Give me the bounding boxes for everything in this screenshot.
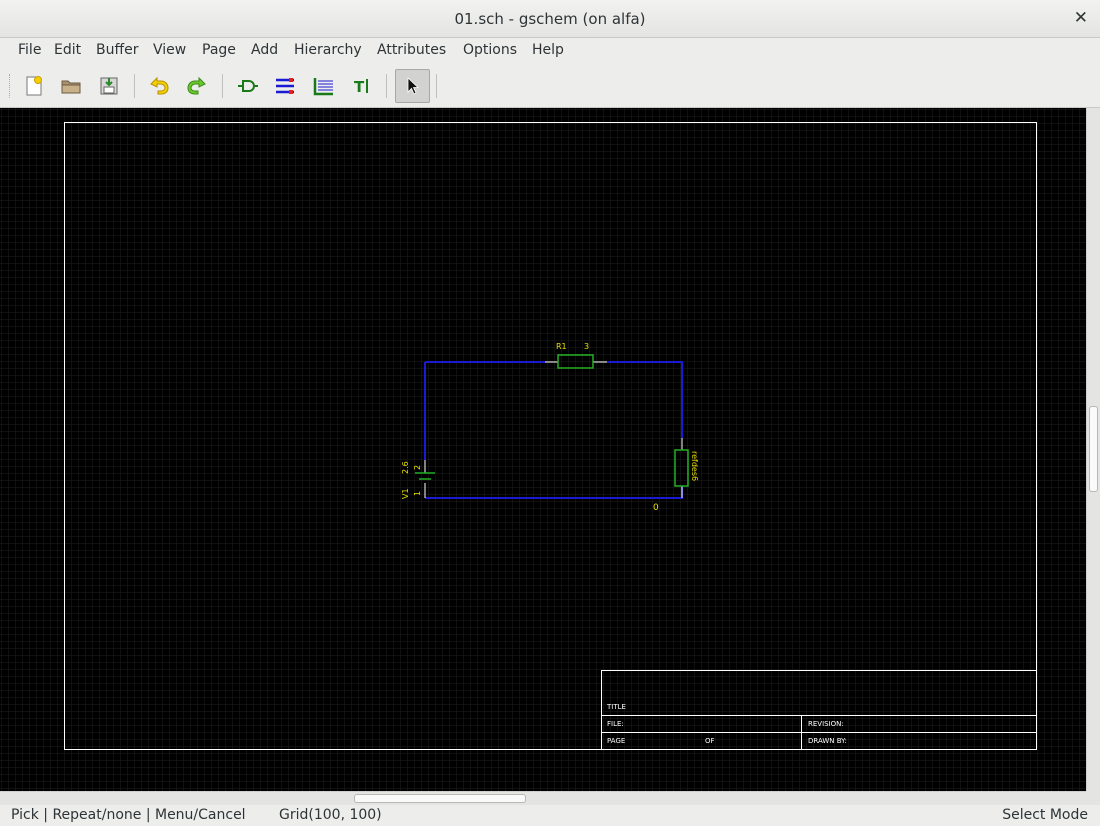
menu-hierarchy[interactable]: Hierarchy: [294, 42, 362, 58]
title-block-revision: REVISION:: [808, 720, 844, 728]
source-value: 2.6: [401, 461, 410, 474]
menu-bar: File Edit Buffer View Page Add Hierarchy…: [0, 38, 1100, 64]
source-pin-bottom: 1: [413, 491, 422, 496]
menu-page[interactable]: Page: [202, 42, 236, 58]
save-icon: [100, 77, 118, 95]
select-button[interactable]: [395, 69, 430, 103]
title-block-file: FILE:: [607, 720, 624, 728]
add-text-icon: T: [354, 78, 368, 96]
new-file-icon: [26, 76, 42, 96]
title-block-drawn-by: DRAWN BY:: [808, 737, 847, 745]
grid: [0, 108, 1086, 791]
source-label: V1: [401, 488, 410, 499]
select-pointer-icon: [407, 77, 419, 95]
title-block-of: OF: [705, 737, 715, 745]
window-title: 01.sch - gschem (on alfa): [454, 10, 646, 28]
title-block-page: PAGE: [607, 737, 625, 745]
menu-view[interactable]: View: [153, 42, 186, 58]
horizontal-scroll-thumb[interactable]: [354, 794, 526, 803]
add-bus-icon: [313, 78, 333, 96]
toolbar-grip[interactable]: [9, 74, 13, 98]
menu-options[interactable]: Options: [463, 42, 517, 58]
toolbar: T: [0, 64, 1100, 108]
status-mode: Select Mode: [1002, 807, 1088, 823]
toolbar-separator: [222, 74, 223, 98]
menu-help[interactable]: Help: [532, 42, 564, 58]
add-component-button[interactable]: [232, 70, 264, 102]
menu-edit[interactable]: Edit: [54, 42, 81, 58]
resistor-pin: 3: [584, 342, 589, 351]
toolbar-separator: [436, 74, 437, 98]
close-icon[interactable]: ✕: [1074, 8, 1088, 28]
undo-button[interactable]: [143, 70, 175, 102]
toolbar-separator: [134, 74, 135, 98]
vertical-scrollbar[interactable]: [1086, 108, 1100, 791]
source-pin-top: 2: [413, 465, 422, 470]
vertical-scroll-thumb[interactable]: [1089, 406, 1098, 492]
title-block-title: TITLE: [606, 703, 626, 711]
window-titlebar: 01.sch - gschem (on alfa) ✕: [0, 0, 1100, 38]
undo-icon: [150, 76, 169, 95]
resistor2-label: refdes6: [690, 451, 699, 481]
add-text-button[interactable]: T: [346, 70, 378, 102]
resistor-label: R1: [556, 342, 567, 351]
add-net-button[interactable]: [270, 70, 302, 102]
add-component-icon: [238, 80, 258, 92]
menu-buffer[interactable]: Buffer: [96, 42, 139, 58]
status-bar: Pick | Repeat/none | Menu/Cancel Grid(10…: [0, 805, 1100, 826]
ground-node-label: 0: [653, 503, 659, 513]
menu-file[interactable]: File: [18, 42, 41, 58]
redo-icon: [187, 76, 206, 95]
new-file-button[interactable]: [18, 70, 50, 102]
redo-button[interactable]: [181, 70, 213, 102]
status-mouse-hint: Pick | Repeat/none | Menu/Cancel: [11, 807, 246, 823]
status-grid: Grid(100, 100): [279, 807, 382, 823]
add-net-icon: [276, 78, 294, 94]
open-folder-icon: [61, 80, 81, 94]
horizontal-scrollbar[interactable]: [0, 791, 1086, 805]
menu-attributes[interactable]: Attributes: [377, 42, 446, 58]
open-button[interactable]: [55, 70, 87, 102]
menu-add[interactable]: Add: [251, 42, 278, 58]
save-button[interactable]: [93, 70, 125, 102]
schematic-drawing[interactable]: TITLE FILE: PAGE OF REVISION: DRAWN BY: …: [0, 108, 1086, 791]
toolbar-separator: [386, 74, 387, 98]
schematic-canvas[interactable]: TITLE FILE: PAGE OF REVISION: DRAWN BY: …: [0, 108, 1086, 791]
svg-text:T: T: [354, 78, 365, 96]
add-bus-button[interactable]: [307, 70, 339, 102]
scroll-corner: [1086, 791, 1100, 805]
